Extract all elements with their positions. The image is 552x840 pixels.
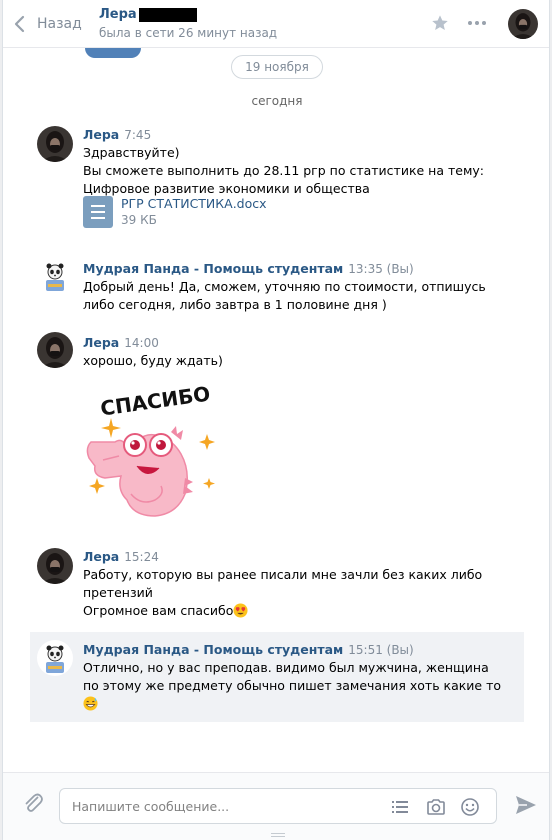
message-input-box[interactable] — [59, 788, 497, 824]
more-icon[interactable] — [467, 14, 487, 32]
paperclip-icon[interactable] — [21, 791, 45, 815]
document-name[interactable]: РГР СТАТИСТИКА.docx — [121, 196, 267, 211]
message-text-line: претензий — [83, 585, 153, 600]
message-text-line: Огромное вам спасибо — [83, 602, 248, 620]
message-text-line: Работу, которую вы ранее писали мне зачл… — [83, 567, 483, 582]
back-label: Назад — [37, 16, 82, 32]
message-text-line: Вы сможете выполнить до 28.11 ргр по ста… — [83, 163, 484, 178]
message-text-line: хорошо, буду ждать) — [83, 353, 223, 368]
message-time[interactable]: 15:24 — [124, 550, 159, 564]
message-author: Мудрая Панда - Помощь студентам 13:35 (Вы… — [83, 261, 414, 276]
chevron-left-icon — [14, 15, 25, 33]
author-name[interactable]: Мудрая Панда - Помощь студентам — [83, 261, 343, 276]
smile-icon[interactable] — [460, 797, 480, 817]
peer-info[interactable]: Лера была в сети 26 минут назад — [99, 7, 277, 40]
message-time[interactable]: 15:51 (Вы) — [348, 643, 413, 657]
panda-icon — [37, 258, 73, 294]
chat-header: Назад Лера была в сети 26 минут назад — [3, 0, 549, 48]
message-history[interactable]: 19 ноября сегодня Лера 7:45 Здравствуйте)… — [3, 48, 549, 772]
avatar[interactable] — [37, 258, 73, 294]
avatar[interactable] — [37, 548, 73, 584]
message-time[interactable]: 14:00 — [124, 336, 159, 350]
send-icon[interactable] — [515, 795, 537, 815]
previous-attachment-fragment[interactable] — [85, 48, 141, 58]
message-item-highlighted[interactable]: Мудрая Панда - Помощь студентам 15:51 (Вы… — [30, 632, 524, 722]
message-author: Лера 14:00 — [83, 335, 159, 350]
message-text-line: либо сегодня, либо завтра в 1 половине д… — [83, 297, 387, 312]
chat-window: Назад Лера была в сети 26 минут назад 19… — [2, 0, 550, 840]
avatar[interactable] — [37, 332, 73, 368]
thank-you-sticker[interactable]: СПАСИБО — [81, 382, 231, 524]
message-text-line — [83, 695, 98, 713]
message-text-line: Отлично, но у вас преподав. видимо был м… — [83, 660, 489, 675]
message-author: Лера 7:45 — [83, 127, 151, 142]
camera-icon[interactable] — [426, 797, 446, 817]
message-composer — [3, 772, 549, 840]
message-input[interactable] — [72, 789, 372, 823]
heart-eyes-emoji — [233, 603, 248, 618]
message-author: Мудрая Панда - Помощь студентам 15:51 (Вы… — [83, 642, 414, 657]
author-name[interactable]: Мудрая Панда - Помощь студентам — [83, 642, 343, 657]
message-item[interactable]: Мудрая Панда - Помощь студентам 13:35 (Вы… — [3, 256, 549, 316]
redaction-bar — [138, 7, 197, 22]
sticker-caption: СПАСИБО — [99, 382, 212, 421]
back-button[interactable]: Назад — [13, 12, 82, 36]
resize-handle[interactable] — [271, 833, 285, 837]
panda-icon — [37, 640, 73, 676]
message-item[interactable]: Лера 14:00 хорошо, буду ждать) СПАСИБО — [3, 330, 549, 530]
document-size: 39 КБ — [121, 213, 157, 227]
message-text-line: по этому же предмету обычно пишет замеча… — [83, 678, 502, 693]
list-icon[interactable] — [390, 797, 410, 817]
message-item[interactable]: Лера 7:45 Здравствуйте) Вы сможете выполн… — [3, 122, 549, 234]
message-text-line: Добрый день! Да, сможем, уточняю по стои… — [83, 279, 486, 294]
today-divider: сегодня — [251, 94, 303, 108]
message-item[interactable]: Лера 15:24 Работу, которую вы ранее писал… — [3, 544, 549, 626]
peer-name: Лера — [99, 7, 137, 22]
avatar[interactable] — [37, 640, 73, 676]
message-time[interactable]: 13:35 (Вы) — [348, 262, 413, 276]
date-divider[interactable]: 19 ноября — [231, 55, 323, 79]
peer-status: была в сети 26 минут назад — [99, 26, 278, 40]
author-name[interactable]: Лера — [83, 335, 119, 350]
grinning-sweat-emoji — [83, 696, 98, 711]
document-icon — [83, 196, 113, 228]
message-text-line: Здравствуйте) — [83, 145, 180, 160]
star-icon[interactable] — [431, 14, 449, 32]
message-time[interactable]: 7:45 — [124, 128, 151, 142]
message-text: Огромное вам спасибо — [83, 603, 234, 618]
author-name[interactable]: Лера — [83, 127, 119, 142]
author-name[interactable]: Лера — [83, 549, 119, 564]
avatar[interactable] — [37, 126, 73, 162]
peer-avatar[interactable] — [508, 9, 538, 39]
message-author: Лера 15:24 — [83, 549, 159, 564]
